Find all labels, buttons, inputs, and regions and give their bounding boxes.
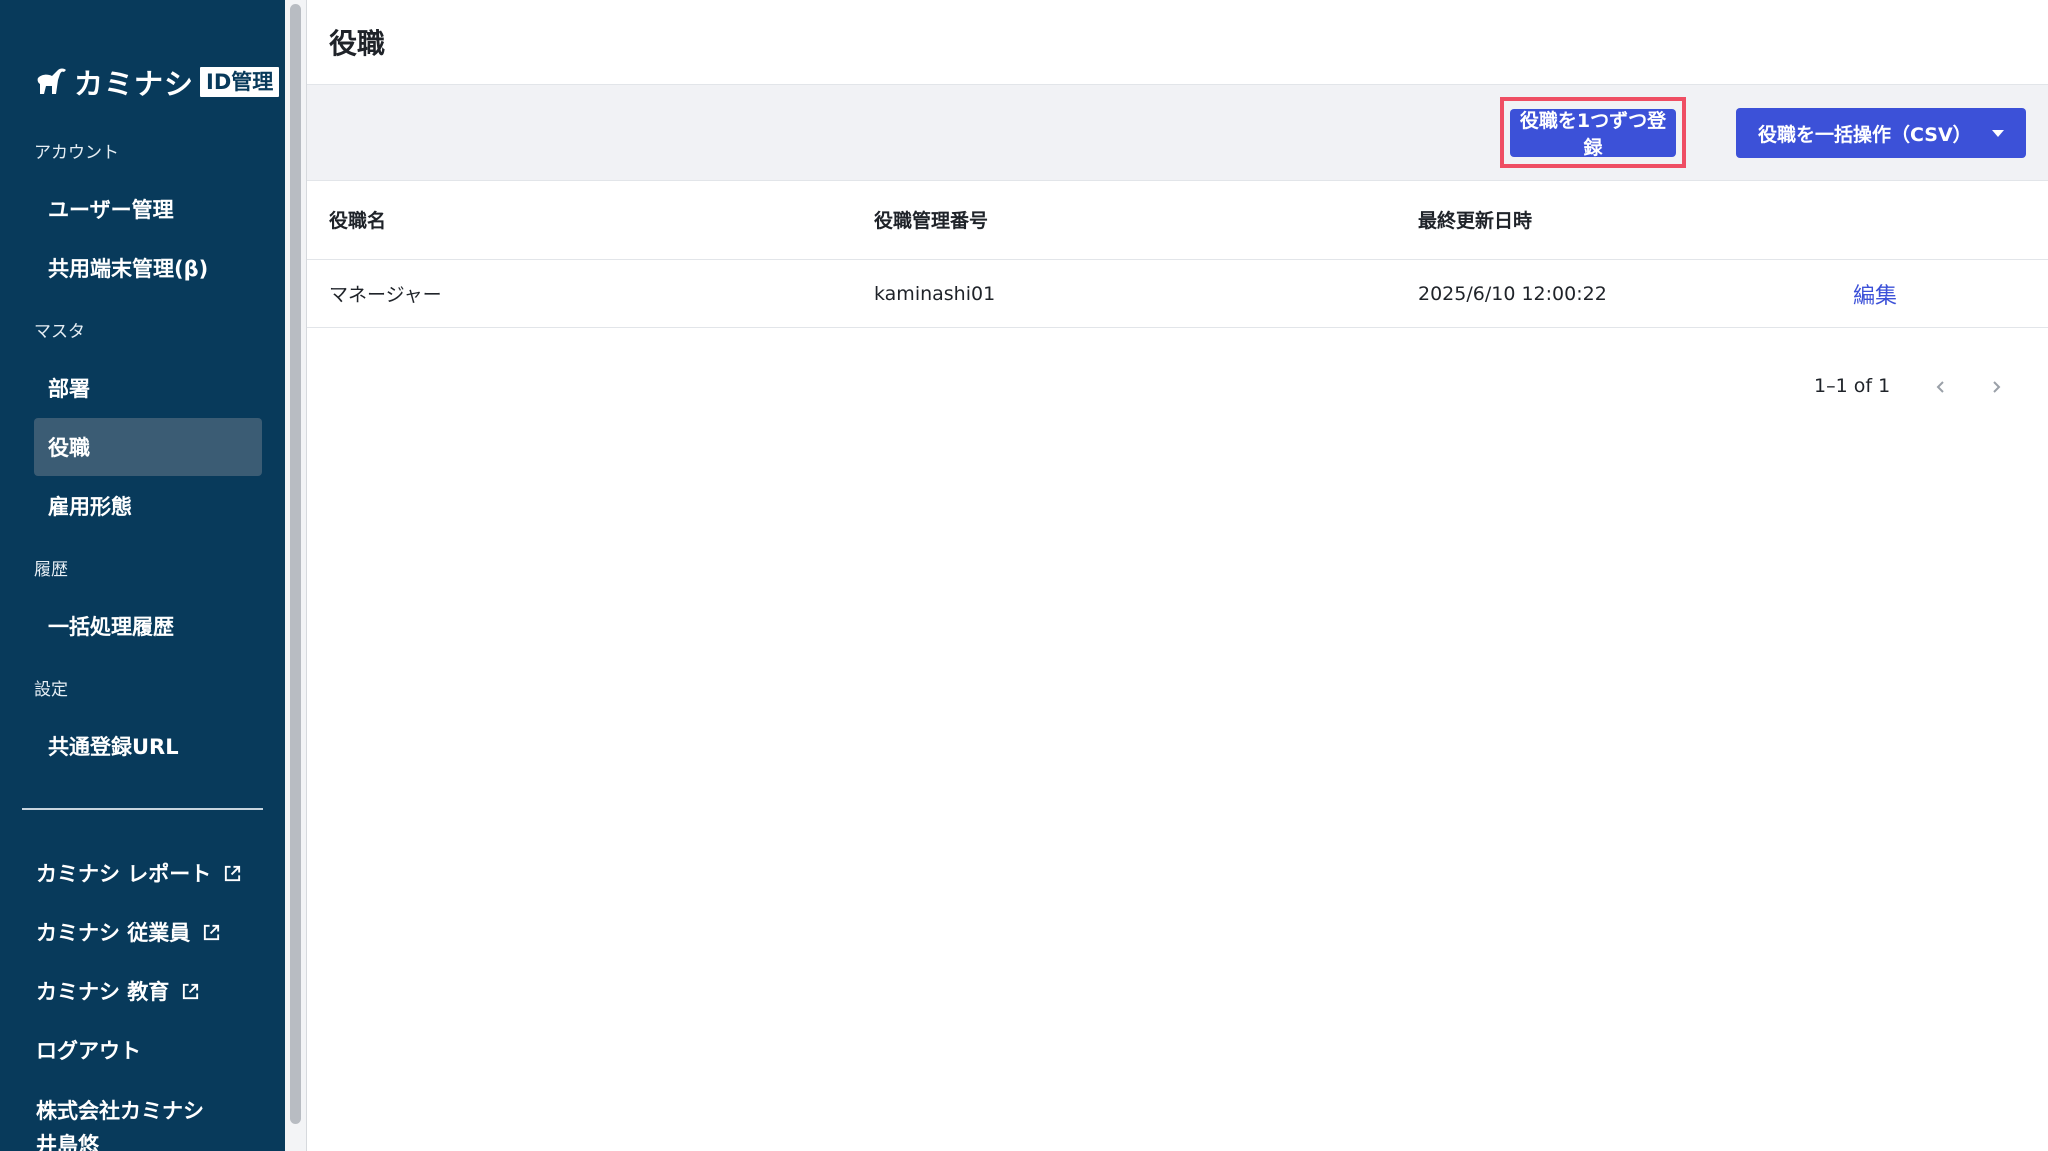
goat-logo-icon xyxy=(37,68,66,94)
external-link-education[interactable]: カミナシ 教育 xyxy=(36,976,200,1006)
sidebar-item-departments[interactable]: 部署 xyxy=(34,359,262,417)
logo-badge: ID管理 xyxy=(200,67,280,97)
table-header: 役職名 役職管理番号 最終更新日時 xyxy=(307,180,2048,260)
external-link-icon xyxy=(204,924,220,940)
sidebar-item-label: 共用端末管理(β) xyxy=(48,257,209,281)
sidebar-item-positions[interactable]: 役職 xyxy=(34,418,262,476)
company-name: 株式会社カミナシ xyxy=(36,1099,204,1123)
sidebar-item-label: 一括処理履歴 xyxy=(48,615,174,639)
sidebar-item-shared-devices[interactable]: 共用端末管理(β) xyxy=(34,239,262,297)
positions-table: 役職名 役職管理番号 最終更新日時 マネージャー kaminashi01 202… xyxy=(307,180,2048,328)
pagination-range: 1–1 of 1 xyxy=(1814,375,1891,397)
column-header-code: 役職管理番号 xyxy=(874,210,989,232)
logout-label: ログアウト xyxy=(36,1039,141,1063)
external-link-label: カミナシ 従業員 xyxy=(36,921,191,945)
sidebar-item-label: 役職 xyxy=(48,436,90,460)
updated-at-cell: 2025/6/10 12:00:22 xyxy=(1418,282,1607,305)
logout-link[interactable]: ログアウト xyxy=(36,1035,141,1065)
sidebar-item-user-management[interactable]: ユーザー管理 xyxy=(34,180,262,238)
page-header: 役職 xyxy=(307,0,2048,85)
external-link-icon xyxy=(183,983,199,999)
pagination: 1–1 of 1 xyxy=(307,370,2048,404)
position-name-cell: マネージャー xyxy=(329,284,442,306)
sidebar-item-label: 共通登録URL xyxy=(48,735,179,759)
caret-down-icon xyxy=(1992,130,2004,137)
chevron-left-icon xyxy=(1936,381,1944,393)
chevron-right-icon xyxy=(1993,381,2001,393)
sidebar: カミナシ ID管理 アカウント ユーザー管理 共用端末管理(β) マスタ 部署 … xyxy=(0,0,285,1151)
app-logo[interactable]: カミナシ ID管理 xyxy=(34,60,280,104)
section-label-settings: 設定 xyxy=(34,680,68,700)
sidebar-divider xyxy=(22,808,263,810)
position-code-cell: kaminashi01 xyxy=(874,282,996,305)
prev-page-button[interactable] xyxy=(1924,370,1958,404)
column-header-name: 役職名 xyxy=(329,210,387,232)
external-link-icon xyxy=(225,865,241,881)
sidebar-item-employment-types[interactable]: 雇用形態 xyxy=(34,477,262,535)
external-link-employees[interactable]: カミナシ 従業員 xyxy=(36,917,221,947)
table-row: マネージャー kaminashi01 2025/6/10 12:00:22 編集 xyxy=(307,260,2048,328)
next-page-button[interactable] xyxy=(1979,370,2013,404)
bulk-csv-button[interactable]: 役職を一括操作（CSV） xyxy=(1736,108,2026,158)
external-link-label: カミナシ レポート xyxy=(36,862,212,886)
section-label-history: 履歴 xyxy=(34,560,68,580)
sidebar-item-bulk-history[interactable]: 一括処理履歴 xyxy=(34,597,262,655)
external-link-report[interactable]: カミナシ レポート xyxy=(36,858,242,888)
main-content: 役職 役職を1つずつ登録 役職を一括操作（CSV） 役職名 役職管理番号 最終更… xyxy=(306,0,2048,1151)
edit-link[interactable]: 編集 xyxy=(1853,260,1897,327)
section-label-master: マスタ xyxy=(34,322,85,342)
sidebar-item-label: 部署 xyxy=(48,377,90,401)
user-name: 井島悠 xyxy=(36,1133,99,1151)
account-info: 株式会社カミナシ 井島悠 xyxy=(36,1094,204,1151)
page-title: 役職 xyxy=(329,27,386,60)
sidebar-item-label: 雇用形態 xyxy=(48,495,132,519)
column-header-updated: 最終更新日時 xyxy=(1418,210,1533,232)
toolbar: 役職を1つずつ登録 役職を一括操作（CSV） xyxy=(307,85,2048,181)
sidebar-scrollbar-thumb[interactable] xyxy=(290,4,301,1124)
sidebar-item-common-registration-url[interactable]: 共通登録URL xyxy=(34,717,262,775)
logo-text: カミナシ xyxy=(74,67,195,101)
external-link-label: カミナシ 教育 xyxy=(36,980,170,1004)
section-label-account: アカウント xyxy=(34,143,119,163)
register-position-button[interactable]: 役職を1つずつ登録 xyxy=(1510,109,1676,159)
sidebar-item-label: ユーザー管理 xyxy=(48,198,174,222)
bulk-csv-label: 役職を一括操作（CSV） xyxy=(1758,123,1972,146)
